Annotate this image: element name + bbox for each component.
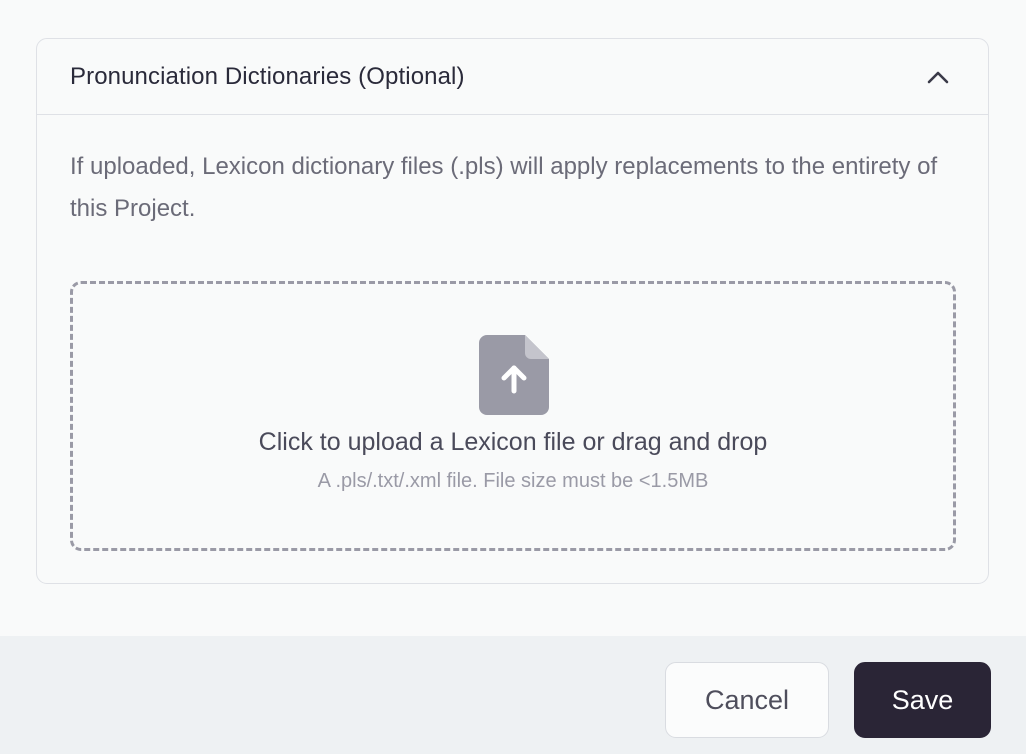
dropzone-title: Click to upload a Lexicon file or drag a…	[258, 428, 768, 456]
panel-header[interactable]: Pronunciation Dictionaries (Optional)	[37, 39, 988, 115]
save-button[interactable]: Save	[854, 662, 991, 738]
pronunciation-dictionaries-panel: Pronunciation Dictionaries (Optional) If…	[36, 38, 989, 584]
cancel-button[interactable]: Cancel	[665, 662, 829, 738]
file-upload-icon	[479, 335, 549, 415]
dialog-footer: Cancel Save	[0, 636, 1026, 754]
panel-title: Pronunciation Dictionaries (Optional)	[70, 62, 465, 90]
collapse-button[interactable]	[922, 61, 954, 93]
chevron-up-icon	[927, 71, 949, 84]
dropzone-hint: A .pls/.txt/.xml file. File size must be…	[317, 470, 709, 492]
panel-description: If uploaded, Lexicon dictionary files (.…	[70, 153, 938, 222]
file-dropzone[interactable]: Click to upload a Lexicon file or drag a…	[70, 281, 956, 551]
page: Pronunciation Dictionaries (Optional) If…	[0, 0, 1026, 754]
